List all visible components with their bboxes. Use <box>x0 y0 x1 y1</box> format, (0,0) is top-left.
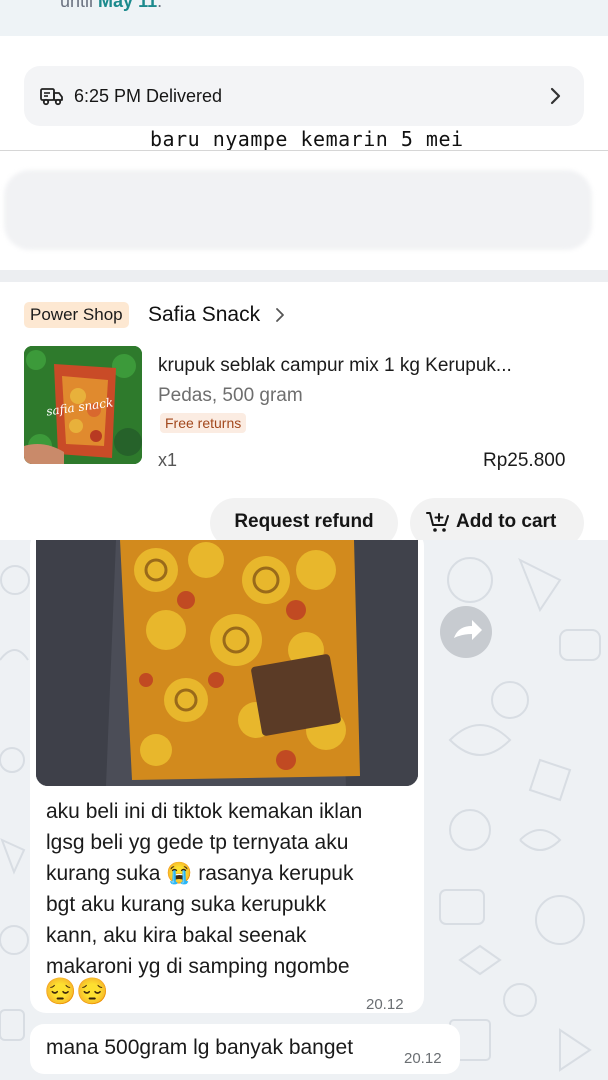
add-to-cart-label: Add to cart <box>456 511 557 532</box>
order-detail-screen: until May 11. 6:25 PM Delivered baru nya… <box>0 0 608 540</box>
chat-photo-attachment[interactable] <box>36 540 418 786</box>
free-returns-tag: Free returns <box>160 413 247 433</box>
product-price: Rp25.800 <box>483 450 566 471</box>
delivery-estimate-note: until May 11. <box>60 0 163 11</box>
message-text: aku beli ini di tiktok kemakan iklan lgs… <box>46 800 363 978</box>
forward-icon <box>454 620 482 640</box>
message-text: mana 500gram lg banyak banget <box>46 1036 354 1059</box>
product-quantity: x1 <box>158 450 178 470</box>
section-separator <box>0 270 608 282</box>
pensive-emoji: 😔😔 <box>44 976 109 1006</box>
message-timestamp: 20.12 <box>366 996 404 1013</box>
chevron-right-icon[interactable] <box>273 305 287 325</box>
truck-icon <box>40 88 63 106</box>
add-to-cart-button[interactable]: Add to cart <box>410 498 584 540</box>
product-thumbnail[interactable]: safia snack <box>24 346 142 464</box>
request-refund-button[interactable]: Request refund <box>210 498 398 540</box>
shop-name-link[interactable]: Safia Snack <box>148 303 260 327</box>
delivery-status-text: 6:25 PM Delivered <box>74 86 223 106</box>
divider <box>0 150 608 151</box>
chat-screen: aku beli ini di tiktok kemakan iklan lgs… <box>0 540 608 1080</box>
product-title[interactable]: krupuk seblak campur mix 1 kg Kerupuk... <box>158 355 512 377</box>
redacted-address <box>4 170 592 250</box>
cart-plus-icon <box>426 512 449 532</box>
message-timestamp: 20.12 <box>404 1050 442 1067</box>
power-shop-badge: Power Shop <box>24 302 129 328</box>
forward-button[interactable] <box>440 606 492 658</box>
product-variant: Pedas, 500 gram <box>158 385 303 406</box>
delivery-estimate-banner: until May 11. <box>0 0 608 36</box>
handwritten-annotation: baru nyampe kemarin 5 mei <box>150 127 464 151</box>
chevron-right-icon <box>550 87 561 105</box>
snack-bag-photo <box>36 540 418 786</box>
